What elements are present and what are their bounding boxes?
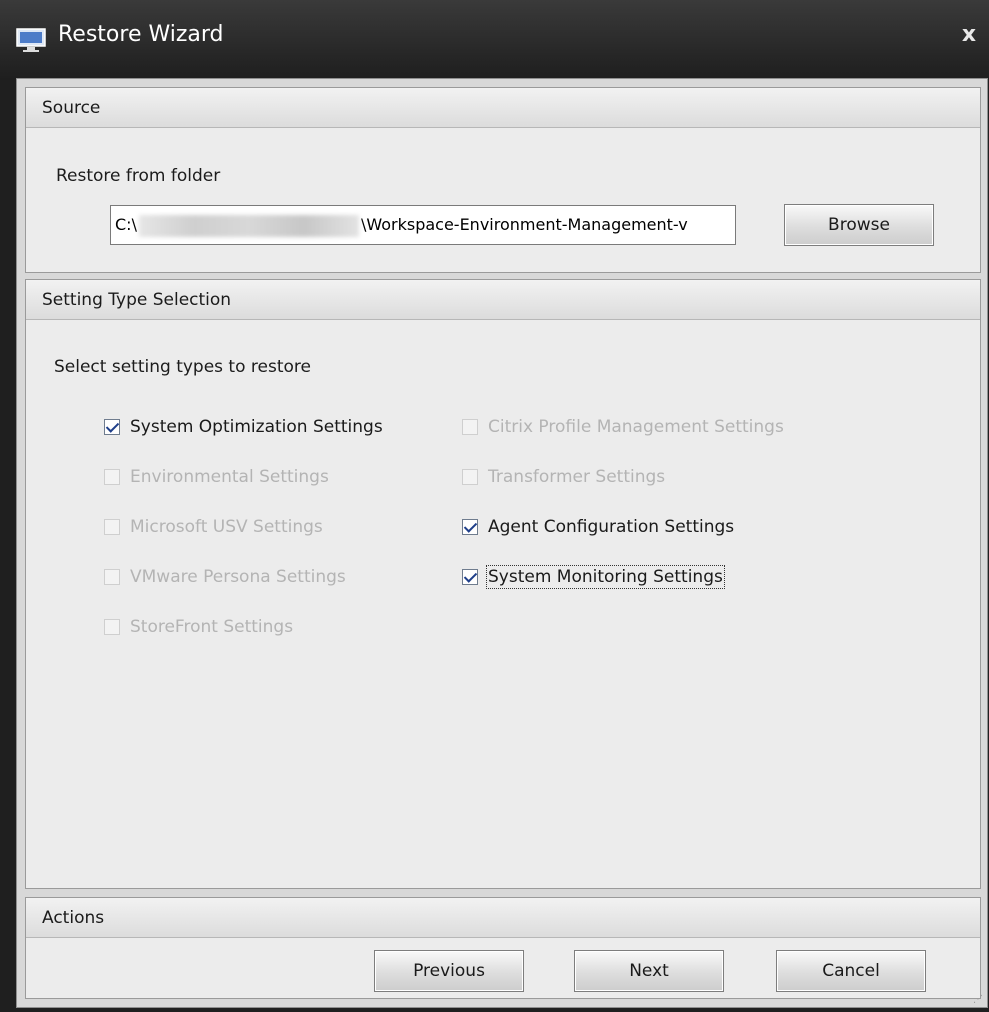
checkbox-system-monitoring[interactable]: System Monitoring Settings bbox=[462, 562, 725, 592]
setting-type-selection-group: Setting Type Selection Select setting ty… bbox=[25, 279, 981, 889]
close-icon[interactable]: x bbox=[955, 20, 983, 50]
title-bar[interactable]: Restore Wizard x bbox=[0, 0, 989, 80]
window-title: Restore Wizard bbox=[58, 22, 224, 47]
checkbox-environmental: Environmental Settings bbox=[104, 462, 329, 492]
selection-prompt: Select setting types to restore bbox=[54, 357, 311, 377]
checkbox-box bbox=[104, 569, 120, 585]
checkbox-agent-configuration[interactable]: Agent Configuration Settings bbox=[462, 512, 734, 542]
checkbox-transformer: Transformer Settings bbox=[462, 462, 665, 492]
checkbox-box[interactable] bbox=[462, 569, 478, 585]
resize-grip-icon[interactable]: ⋰ bbox=[973, 994, 983, 1005]
restore-folder-label: Restore from folder bbox=[56, 166, 221, 186]
checkbox-microsoft-usv: Microsoft USV Settings bbox=[104, 512, 323, 542]
selection-header: Setting Type Selection bbox=[26, 280, 980, 320]
cancel-button[interactable]: Cancel bbox=[776, 950, 926, 992]
checkbox-box[interactable] bbox=[104, 419, 120, 435]
checkbox-label: Agent Configuration Settings bbox=[488, 517, 735, 537]
checkbox-label: Microsoft USV Settings bbox=[130, 517, 323, 537]
app-monitor-icon bbox=[16, 28, 46, 52]
checkbox-box[interactable] bbox=[462, 519, 478, 535]
restore-wizard-window: Restore Wizard x Source Restore from fol… bbox=[0, 0, 989, 1012]
source-header: Source bbox=[26, 88, 980, 128]
checkbox-label: VMware Persona Settings bbox=[130, 567, 346, 587]
previous-button[interactable]: Previous bbox=[374, 950, 524, 992]
path-suffix: \Workspace-Environment-Management-v bbox=[360, 215, 688, 234]
checkbox-label: StoreFront Settings bbox=[130, 617, 294, 637]
path-prefix: C:\ bbox=[115, 215, 137, 234]
redacted-path-segment bbox=[138, 214, 359, 237]
checkbox-system-optimization[interactable]: System Optimization Settings bbox=[104, 412, 383, 442]
checkbox-storefront: StoreFront Settings bbox=[104, 612, 293, 642]
checkbox-box bbox=[462, 419, 478, 435]
actions-group: Actions Previous Next Cancel bbox=[25, 897, 981, 999]
actions-header: Actions bbox=[26, 898, 980, 938]
checkbox-box bbox=[104, 619, 120, 635]
checkbox-label: System Optimization Settings bbox=[130, 417, 383, 437]
checkbox-label: System Monitoring Settings bbox=[486, 565, 725, 589]
checkbox-label: Transformer Settings bbox=[488, 467, 666, 487]
checkbox-label: Citrix Profile Management Settings bbox=[488, 417, 784, 437]
browse-button[interactable]: Browse bbox=[784, 204, 934, 246]
checkbox-vmware-persona: VMware Persona Settings bbox=[104, 562, 346, 592]
restore-folder-input[interactable]: C:\ \Workspace-Environment-Management-v bbox=[110, 205, 736, 245]
checkbox-label: Environmental Settings bbox=[130, 467, 329, 487]
checkbox-box bbox=[104, 519, 120, 535]
checkbox-citrix-profile-management: Citrix Profile Management Settings bbox=[462, 412, 784, 442]
checkbox-box bbox=[462, 469, 478, 485]
wizard-body: Source Restore from folder C:\ \Workspace… bbox=[16, 78, 988, 1008]
source-group: Source Restore from folder C:\ \Workspace… bbox=[25, 87, 981, 273]
checkbox-box bbox=[104, 469, 120, 485]
next-button[interactable]: Next bbox=[574, 950, 724, 992]
